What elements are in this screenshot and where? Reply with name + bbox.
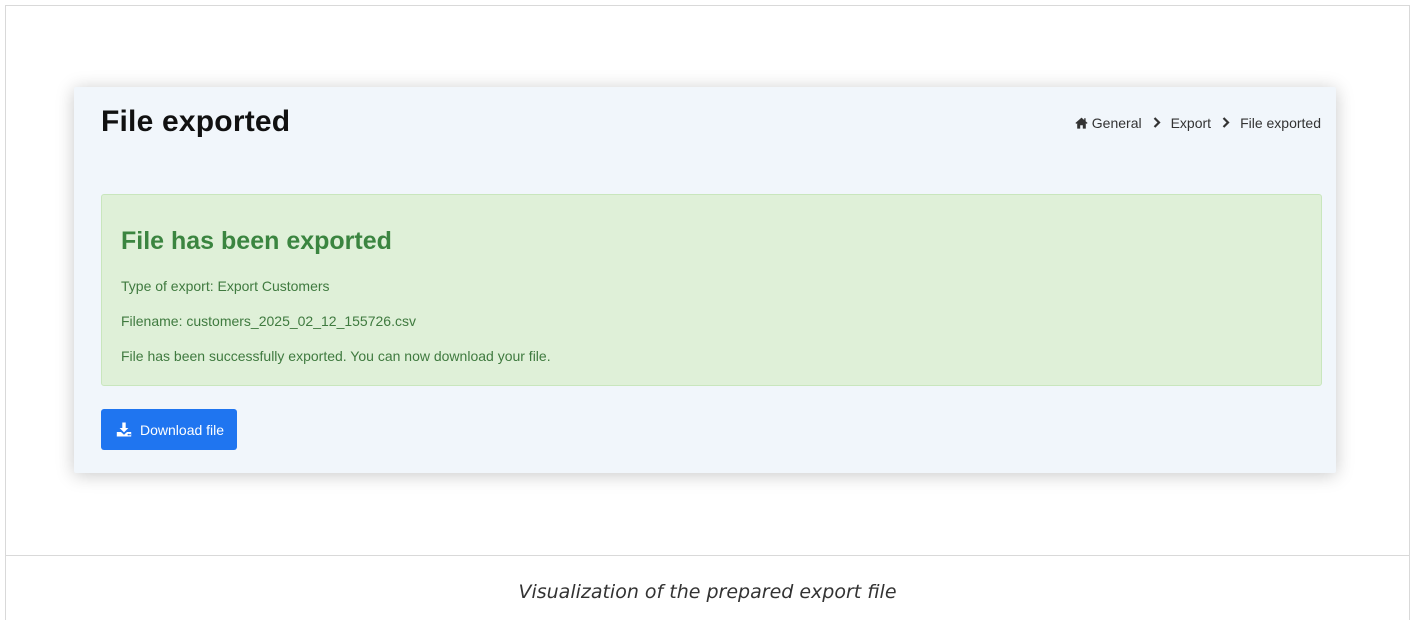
breadcrumb: General Export File exported bbox=[1075, 115, 1321, 131]
alert-heading: File has been exported bbox=[121, 227, 392, 255]
download-button-label: Download file bbox=[140, 421, 225, 438]
breadcrumb-label: File exported bbox=[1240, 115, 1321, 131]
figure-frame: File exported General Export File export… bbox=[5, 5, 1410, 620]
screenshot-area: File exported General Export File export… bbox=[6, 6, 1409, 556]
breadcrumb-item-general[interactable]: General bbox=[1075, 115, 1142, 131]
breadcrumb-label: General bbox=[1091, 115, 1142, 131]
page-title: File exported bbox=[101, 105, 291, 138]
breadcrumb-label: Export bbox=[1170, 115, 1212, 131]
chevron-right-icon bbox=[1222, 116, 1230, 131]
breadcrumb-item-export[interactable]: Export bbox=[1171, 115, 1211, 131]
export-type-text: Type of export: Export Customers bbox=[121, 278, 330, 294]
success-alert: File has been exported Type of export: E… bbox=[101, 194, 1322, 386]
download-icon bbox=[116, 422, 132, 437]
home-icon bbox=[1075, 117, 1088, 129]
chevron-right-icon bbox=[1153, 116, 1161, 131]
export-result-card: File exported General Export File export… bbox=[74, 87, 1336, 473]
download-file-button[interactable]: Download file bbox=[101, 409, 238, 450]
figure-caption: Visualization of the prepared export fil… bbox=[518, 581, 897, 603]
success-message: File has been successfully exported. You… bbox=[121, 348, 551, 364]
breadcrumb-item-current: File exported bbox=[1240, 115, 1321, 131]
filename-text: Filename: customers_2025_02_12_155726.cs… bbox=[121, 313, 416, 329]
